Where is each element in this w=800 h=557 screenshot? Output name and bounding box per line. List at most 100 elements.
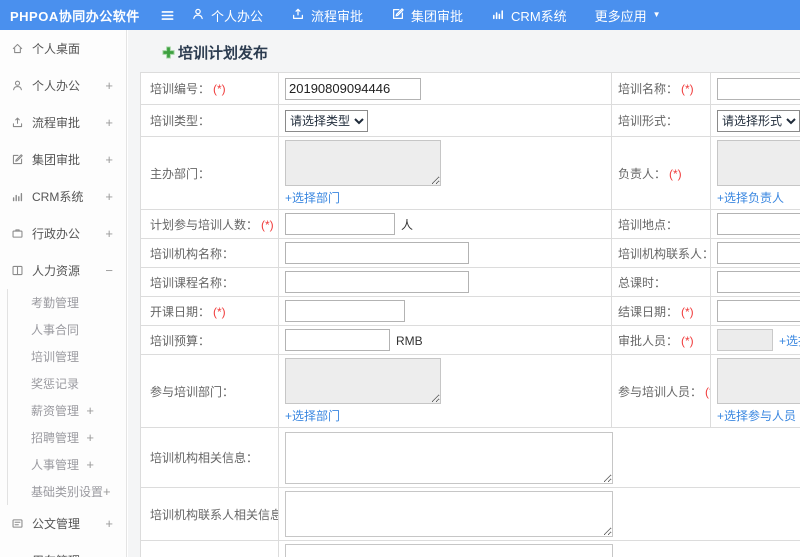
org-name-input[interactable] bbox=[285, 242, 469, 264]
leader-label: 负责人： (*) bbox=[611, 136, 711, 210]
course-name-input[interactable] bbox=[285, 271, 469, 293]
sidebar-item-label: 流程审批 bbox=[32, 116, 81, 130]
form-row-requirement: 培训要求： bbox=[140, 540, 800, 557]
select-dept-link[interactable]: +选择部门 bbox=[285, 189, 340, 206]
sidebar-subitem-label: 基础类别设置 bbox=[31, 485, 104, 499]
org-contact-input[interactable] bbox=[717, 242, 800, 264]
bar-chart-icon bbox=[11, 190, 24, 203]
requirement-textarea[interactable] bbox=[285, 544, 613, 557]
sidebar: 个人桌面 个人办公 + 流程审批 + 集团审批 + CRM系统 + 行政办公 +… bbox=[0, 30, 127, 557]
upload-icon bbox=[291, 7, 305, 24]
expand-plus-icon[interactable]: + bbox=[86, 457, 94, 472]
sidebar-item-personal-office[interactable]: 个人办公 + bbox=[0, 67, 126, 104]
sidebar-item-label: 个人办公 bbox=[32, 79, 81, 93]
end-date-input[interactable] bbox=[717, 300, 800, 322]
budget-label: 培训预算： bbox=[140, 325, 279, 355]
expand-plus-icon[interactable]: + bbox=[105, 152, 113, 167]
budget-input[interactable] bbox=[285, 329, 390, 351]
document-icon bbox=[11, 517, 24, 530]
nav-label: CRM系统 bbox=[511, 8, 567, 24]
expand-plus-icon[interactable]: + bbox=[103, 484, 111, 499]
org-info-label: 培训机构相关信息： bbox=[140, 427, 279, 488]
form-row-no-name: 培训编号：(*) 培训名称：(*) bbox=[140, 72, 800, 105]
training-form-select[interactable]: 请选择形式 bbox=[717, 109, 800, 132]
leader-textarea[interactable] bbox=[717, 140, 800, 186]
select-participants-link[interactable]: +选择参与人员 bbox=[717, 407, 796, 424]
expand-plus-icon[interactable]: + bbox=[105, 78, 113, 93]
sidebar-item-label: 人力资源 bbox=[32, 264, 81, 278]
location-input[interactable] bbox=[717, 213, 800, 235]
nav-label: 集团审批 bbox=[411, 8, 464, 24]
join-people-textarea[interactable] bbox=[717, 358, 800, 404]
nav-label: 更多应用 bbox=[594, 8, 647, 24]
sidebar-item-hr[interactable]: 人力资源 − bbox=[0, 252, 126, 289]
expand-plus-icon[interactable]: + bbox=[105, 189, 113, 204]
required-mark: (*) bbox=[669, 166, 682, 181]
sidebar-item-vehicle-mgmt[interactable]: 用车管理 + bbox=[0, 542, 126, 557]
training-no-input[interactable] bbox=[285, 77, 421, 100]
select-dept-link[interactable]: +选择部门 bbox=[285, 407, 340, 424]
org-contact-info-textarea[interactable] bbox=[285, 491, 613, 537]
nav-label: 流程审批 bbox=[311, 8, 364, 24]
training-name-input[interactable] bbox=[717, 77, 800, 100]
training-plan-form: 培训编号：(*) 培训名称：(*) 培训类型： 请选择类型 培训形式： 请选择形… bbox=[140, 72, 800, 557]
bar-chart-icon bbox=[491, 7, 505, 24]
end-date-label: 结课日期： (*) bbox=[611, 296, 711, 326]
training-type-select[interactable]: 请选择类型 bbox=[285, 109, 368, 132]
upload-icon bbox=[11, 116, 24, 129]
home-icon bbox=[11, 42, 24, 55]
expand-plus-icon[interactable]: + bbox=[105, 115, 113, 130]
expand-plus-icon[interactable]: + bbox=[105, 226, 113, 241]
select-leader-link[interactable]: +选择负责人 bbox=[717, 189, 784, 206]
expand-plus-icon[interactable]: + bbox=[105, 553, 113, 557]
start-date-input[interactable] bbox=[285, 300, 405, 322]
hamburger-menu-icon[interactable] bbox=[160, 8, 175, 23]
sidebar-item-personal-desktop[interactable]: 个人桌面 bbox=[0, 30, 126, 67]
sidebar-item-group-approval[interactable]: 集团审批 + bbox=[0, 141, 126, 178]
collapse-minus-icon[interactable]: − bbox=[105, 263, 113, 278]
host-dept-textarea[interactable] bbox=[285, 140, 441, 186]
required-mark: (*) bbox=[705, 384, 710, 399]
nav-personal-office[interactable]: 个人办公 bbox=[191, 6, 263, 25]
approver-input[interactable] bbox=[717, 329, 773, 351]
sidebar-subitem-salary[interactable]: 薪资管理 + bbox=[8, 397, 126, 424]
org-contact-info-label: 培训机构联系人相关信息： bbox=[140, 487, 279, 541]
sidebar-subitem-rewards[interactable]: 奖惩记录 bbox=[8, 370, 126, 397]
sidebar-item-workflow-approval[interactable]: 流程审批 + bbox=[0, 104, 126, 141]
join-dept-textarea[interactable] bbox=[285, 358, 441, 404]
app-logo: PHPOA协同办公软件 bbox=[10, 8, 140, 24]
sidebar-subitem-personnel[interactable]: 人事管理 + bbox=[8, 451, 126, 478]
sidebar-item-crm[interactable]: CRM系统 + bbox=[0, 178, 126, 215]
nav-crm-system[interactable]: CRM系统 bbox=[491, 6, 567, 25]
expand-plus-icon[interactable]: + bbox=[86, 430, 94, 445]
form-row-join-dept-people: 参与培训部门： +选择部门 参与培训人员：(*) +选择参与人员 bbox=[140, 354, 800, 428]
approver-label: 审批人员： (*) bbox=[611, 325, 711, 355]
select-approver-link[interactable]: +选择审批人员 bbox=[779, 334, 800, 348]
sidebar-subitem-hr-contract[interactable]: 人事合同 bbox=[8, 316, 126, 343]
sidebar-item-admin-office[interactable]: 行政办公 + bbox=[0, 215, 126, 252]
total-hours-input[interactable] bbox=[717, 271, 800, 293]
topbar: PHPOA协同办公软件 个人办公 流程审批 集团审批 CRM系统 更多应用 ▼ bbox=[0, 0, 800, 30]
org-info-textarea[interactable] bbox=[285, 431, 613, 484]
nav-more-apps[interactable]: 更多应用 ▼ bbox=[595, 6, 661, 25]
sidebar-item-document-mgmt[interactable]: 公文管理 + bbox=[0, 505, 126, 542]
sidebar-subitem-attendance[interactable]: 考勤管理 bbox=[8, 289, 126, 316]
nav-group-approval[interactable]: 集团审批 bbox=[391, 6, 463, 25]
sidebar-subitem-base-category[interactable]: 基础类别设置 + bbox=[8, 478, 126, 505]
planned-count-input[interactable] bbox=[285, 213, 395, 235]
nav-label: 个人办公 bbox=[211, 8, 264, 24]
expand-plus-icon[interactable]: + bbox=[105, 516, 113, 531]
org-name-label: 培训机构名称： bbox=[140, 238, 279, 268]
form-row-count-location: 计划参与培训人数： (*) 人 培训地点： bbox=[140, 209, 800, 239]
sidebar-subitem-training[interactable]: 培训管理 bbox=[8, 343, 126, 370]
form-row-dates: 开课日期： (*) 结课日期： (*) bbox=[140, 296, 800, 326]
sidebar-subitem-recruit[interactable]: 招聘管理 + bbox=[8, 424, 126, 451]
budget-suffix: RMB bbox=[396, 333, 423, 348]
expand-plus-icon[interactable]: + bbox=[86, 403, 94, 418]
sidebar-item-label: 行政办公 bbox=[32, 227, 81, 241]
required-mark: (*) bbox=[261, 217, 274, 232]
nav-workflow-approval[interactable]: 流程审批 bbox=[291, 6, 363, 25]
training-type-label: 培训类型： bbox=[140, 104, 279, 137]
course-name-label: 培训课程名称： bbox=[140, 267, 279, 297]
training-name-label: 培训名称： (*) bbox=[611, 72, 711, 105]
